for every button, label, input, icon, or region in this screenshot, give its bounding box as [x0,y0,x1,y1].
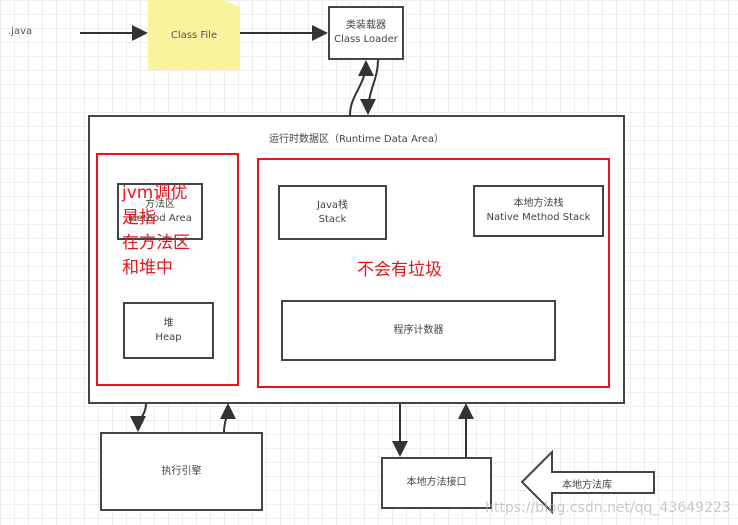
java-stack-en: Stack [318,213,347,225]
java-source-label: .java [8,26,33,37]
native-library-label: 本地方法库 [562,480,612,491]
runtime-data-area-title: 运行时数据区（Runtime Data Area） [268,134,444,145]
class-loader-en: Class Loader [334,34,398,45]
arrow-engine-to-runtime [219,403,236,433]
tuning-line: 和堆中 [122,258,173,278]
native-stack-en: Native Method Stack [486,212,591,223]
heap-cn: 堆 [163,317,174,329]
execution-engine-box: 执行引擎 [100,432,263,511]
heap-en: Heap [155,331,182,343]
execution-engine-label: 执行引擎 [161,465,202,477]
java-stack-box: Java栈 Stack [278,185,387,240]
tuning-line: jvm调优 [122,183,188,203]
class-loader-box: 类装载器 Class Loader [328,6,404,60]
no-garbage-annotation: 不会有垃圾 [357,260,442,280]
native-method-stack-box: 本地方法栈 Native Method Stack [473,185,604,237]
tuning-annotation: jvm调优 是指 在方法区 和堆中 [122,181,190,281]
native-interface-box: 本地方法接口 [381,457,492,509]
tuning-line: 在方法区 [122,233,190,253]
watermark: https://blog.csdn.net/qq_43649223 [485,500,731,516]
arrow-loader-to-runtime [360,59,379,115]
program-counter-label: 程序计数器 [393,324,444,336]
class-loader-cn: 类装载器 [346,20,386,31]
arrow-runtime-to-loader [349,60,374,116]
tuning-line: 是指 [122,208,156,228]
native-stack-cn: 本地方法栈 [513,198,564,209]
arrow-runtime-to-engine [130,403,147,432]
class-file-note: Class File [148,0,240,70]
class-file-label: Class File [170,29,218,41]
heap-box: 堆 Heap [123,302,214,359]
java-stack-cn: Java栈 [316,199,349,211]
program-counter-box: 程序计数器 [281,300,556,361]
native-interface-label: 本地方法接口 [406,477,467,488]
